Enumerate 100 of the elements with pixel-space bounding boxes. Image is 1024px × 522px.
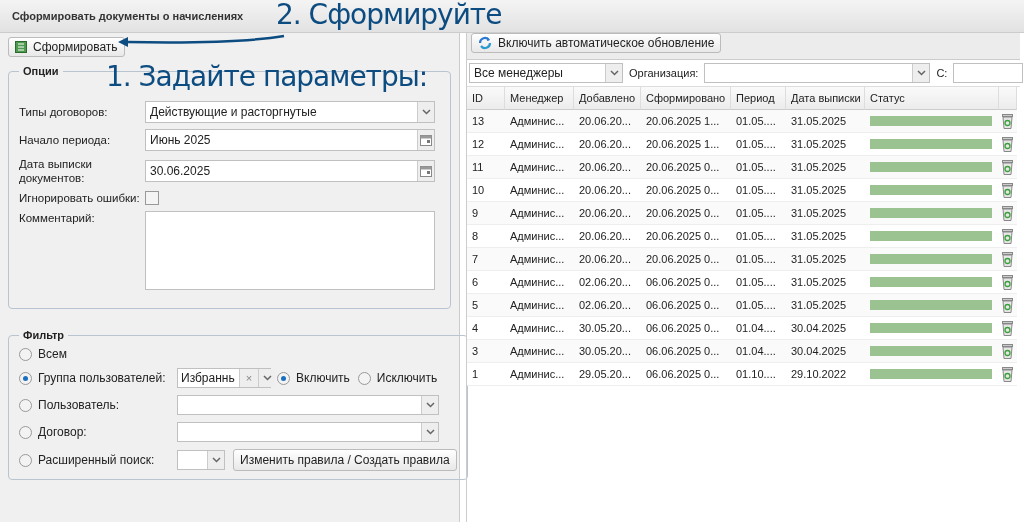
- radio-label: Договор:: [38, 425, 87, 439]
- field-label: Начало периода:: [19, 133, 112, 147]
- table-cell: 01.05....: [731, 110, 786, 133]
- field-label: С:: [936, 67, 948, 79]
- table-cell: 5: [467, 294, 505, 317]
- radio-button[interactable]: [357, 371, 371, 385]
- table-cell: 30.04.2025: [786, 340, 865, 363]
- field-label: Дата выписки документов:: [19, 157, 93, 185]
- radio-button[interactable]: [19, 371, 32, 385]
- table-cell: 3: [467, 340, 505, 363]
- table-cell: Админис...: [505, 110, 574, 133]
- recycle-bin-icon[interactable]: [1002, 182, 1013, 198]
- panel-title: Сформировать документы о начислениях: [12, 10, 244, 22]
- radio-label: Всем: [38, 347, 67, 361]
- column-header[interactable]: ID: [467, 87, 505, 110]
- field-label: Типы договоров:: [19, 105, 109, 119]
- table-cell: 30.05.20...: [574, 340, 641, 363]
- auto-refresh-button[interactable]: Включить автоматическое обновление: [471, 33, 722, 53]
- table-cell: 20.06.2025 0...: [641, 202, 731, 225]
- recycle-bin-icon[interactable]: [1002, 251, 1013, 267]
- radio-button[interactable]: [19, 453, 32, 467]
- recycle-bin-icon[interactable]: [1002, 159, 1013, 175]
- table-cell: 1: [467, 363, 505, 386]
- table-cell: Админис...: [505, 156, 574, 179]
- radio-label: Расширенный поиск:: [38, 453, 155, 467]
- table-cell: 01.05....: [731, 202, 786, 225]
- table-cell: 20.06.2025 0...: [641, 248, 731, 271]
- recycle-bin-icon[interactable]: [1002, 320, 1013, 336]
- table-cell: Админис...: [505, 294, 574, 317]
- radio-button[interactable]: [19, 425, 32, 439]
- recycle-bin-icon[interactable]: [1002, 205, 1013, 221]
- recycle-bin-icon[interactable]: [1002, 343, 1013, 359]
- table-cell: 20.06.20...: [574, 202, 641, 225]
- table-cell: 9: [467, 202, 505, 225]
- section-legend: Опции: [19, 65, 63, 77]
- manager-dropdown[interactable]: Все менеджеры: [469, 63, 623, 83]
- table-cell: 20.06.2025 0...: [641, 156, 731, 179]
- column-header[interactable]: Добавлено: [574, 87, 641, 110]
- recycle-bin-icon[interactable]: [1002, 366, 1013, 382]
- radio-label: Группа пользователей:: [38, 371, 166, 385]
- field-label: Комментарий:: [19, 211, 96, 225]
- table-cell: Админис...: [505, 248, 574, 271]
- table-cell: 06.06.2025 0...: [641, 294, 731, 317]
- table-cell: 02.06.20...: [574, 294, 641, 317]
- field-label: Организация:: [629, 67, 699, 79]
- date-field[interactable]: 30.06.2025: [145, 160, 435, 182]
- table-cell: 01.05....: [731, 294, 786, 317]
- radio-button[interactable]: [19, 347, 32, 361]
- table-cell: 20.06.20...: [574, 156, 641, 179]
- recycle-bin-icon[interactable]: [1002, 297, 1013, 313]
- dropdown-field[interactable]: [177, 395, 439, 415]
- field-label: Игнорировать ошибки:: [19, 191, 141, 205]
- column-header[interactable]: Сформировано: [641, 87, 731, 110]
- table-cell: 31.05.2025: [786, 156, 865, 179]
- table-cell: 7: [467, 248, 505, 271]
- table-cell: 20.06.20...: [574, 110, 641, 133]
- instruction-annotation: 1. Задайте параметры:: [106, 60, 428, 93]
- dropdown-field[interactable]: [177, 422, 439, 442]
- column-header[interactable]: Статус: [865, 87, 999, 110]
- generate-button[interactable]: Сформировать: [8, 37, 125, 57]
- table-cell: 20.06.20...: [574, 248, 641, 271]
- table-cell: 13: [467, 110, 505, 133]
- refresh-icon: [478, 36, 492, 50]
- dropdown-field[interactable]: [177, 450, 225, 470]
- table-cell: Админис...: [505, 340, 574, 363]
- recycle-bin-icon[interactable]: [1002, 136, 1013, 152]
- column-header[interactable]: Период: [731, 87, 786, 110]
- instruction-annotation: 2. Сформируйте: [276, 0, 502, 31]
- comment-field[interactable]: [145, 211, 435, 290]
- table-cell: Админис...: [505, 202, 574, 225]
- checkbox[interactable]: [145, 191, 159, 205]
- spreadsheet-icon: [15, 41, 27, 53]
- organization-dropdown[interactable]: [704, 63, 931, 83]
- recycle-bin-icon[interactable]: [1002, 113, 1013, 129]
- column-header[interactable]: Менеджер: [505, 87, 574, 110]
- table-cell: 06.06.2025 0...: [641, 340, 731, 363]
- contract-type-dropdown[interactable]: Действующие и расторгнутые: [145, 101, 435, 123]
- table-cell: 31.05.2025: [786, 110, 865, 133]
- edit-rules-button[interactable]: Изменить правила / Создать правила: [233, 449, 457, 471]
- radio-label: Включить: [296, 371, 350, 385]
- recycle-bin-icon[interactable]: [1002, 228, 1013, 244]
- date-field[interactable]: Июнь 2025: [145, 129, 435, 151]
- table-cell: 31.05.2025: [786, 294, 865, 317]
- radio-button[interactable]: [277, 371, 290, 385]
- date-field[interactable]: [953, 63, 1024, 83]
- radio-button[interactable]: [19, 398, 32, 412]
- table-cell: 11: [467, 156, 505, 179]
- column-header[interactable]: Дата выписки: [786, 87, 865, 110]
- table-cell: 31.05.2025: [786, 202, 865, 225]
- section-legend: Фильтр: [19, 329, 69, 341]
- table-cell: 31.05.2025: [786, 248, 865, 271]
- calendar-icon: [420, 165, 432, 177]
- table-cell: 01.05....: [731, 156, 786, 179]
- recycle-bin-icon[interactable]: [1002, 274, 1013, 290]
- table-cell: 01.04....: [731, 340, 786, 363]
- calendar-icon: [420, 134, 432, 146]
- table-cell: 01.05....: [731, 248, 786, 271]
- table-cell: 20.06.2025 1...: [641, 110, 731, 133]
- radio-label: Исключить: [376, 371, 438, 385]
- radio-label: Пользователь:: [38, 398, 120, 412]
